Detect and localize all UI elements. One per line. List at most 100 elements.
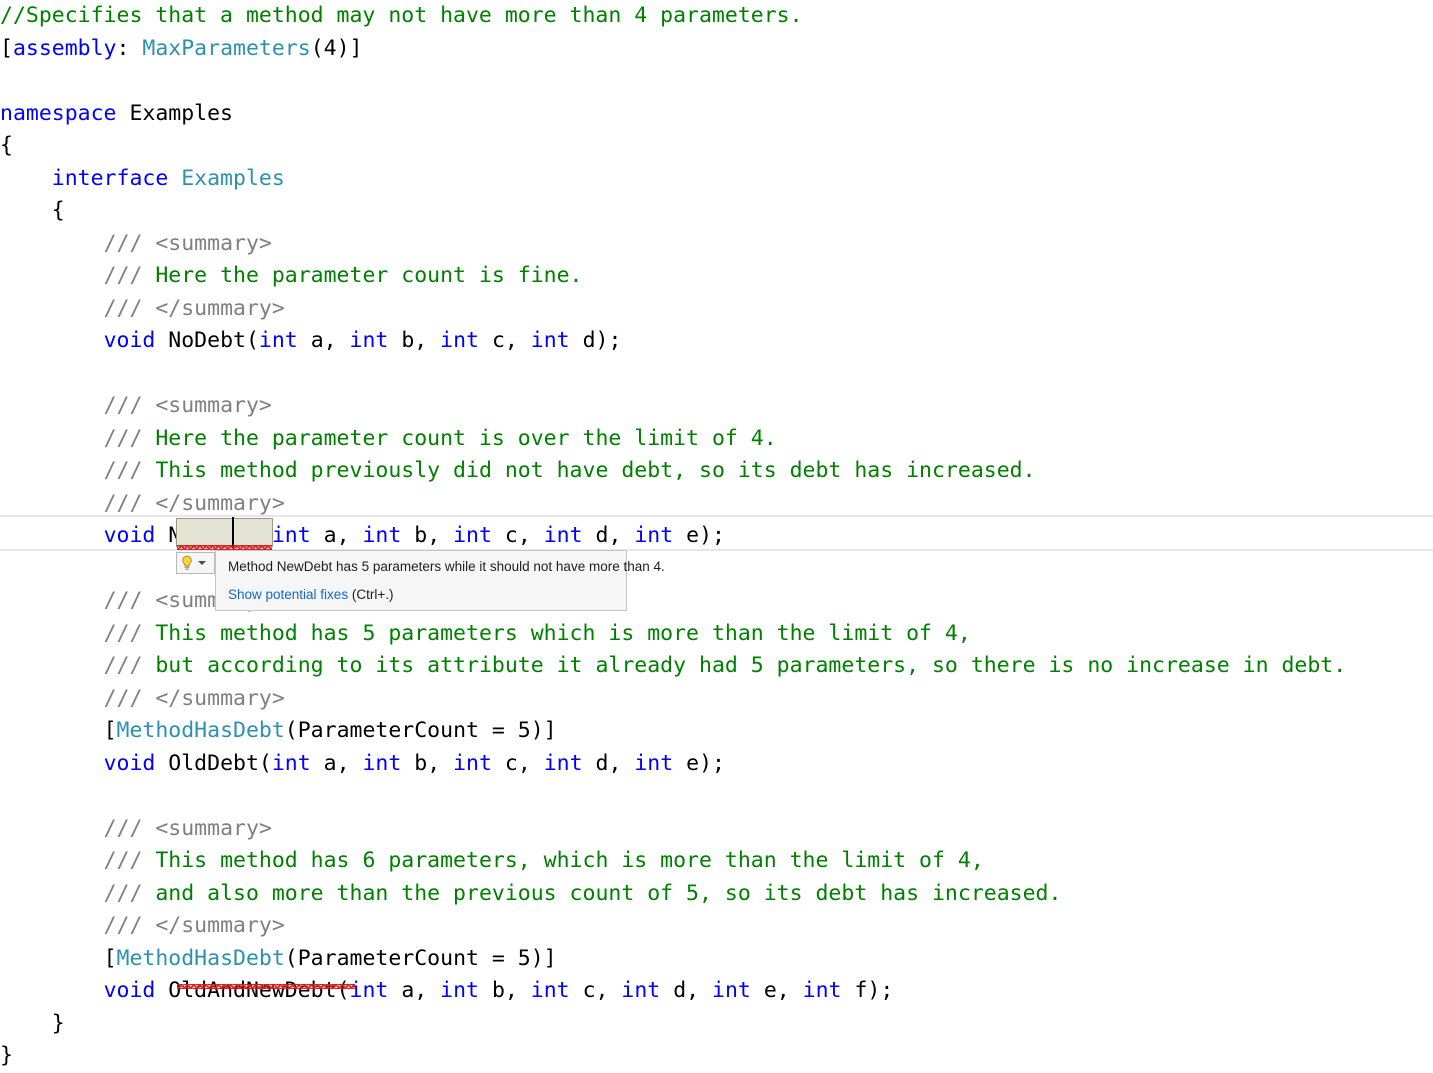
keyword-assembly: assembly bbox=[12, 35, 117, 61]
param-c: c, bbox=[569, 978, 622, 1003]
doc-comment-text: This method has 6 parameters, which is m… bbox=[155, 848, 984, 873]
doc-comment-slashes: /// bbox=[103, 880, 156, 906]
keyword-int: int bbox=[440, 328, 479, 353]
code-line-26[interactable]: /// <summary> bbox=[0, 813, 1433, 846]
code-line-32[interactable]: } bbox=[0, 1008, 1433, 1041]
param-c: c, bbox=[479, 328, 531, 353]
code-line-16[interactable]: /// </summary> bbox=[0, 488, 1433, 521]
keyword-int: int bbox=[530, 978, 570, 1003]
lightbulb-quick-actions-button[interactable] bbox=[176, 552, 215, 574]
param-b: b, bbox=[479, 978, 531, 1003]
code-line-9[interactable]: /// Here the parameter count is fine. bbox=[0, 260, 1433, 293]
param-d: d, bbox=[660, 978, 713, 1003]
code-line-24[interactable]: void OldDebt(int a, int b, int c, int d,… bbox=[0, 748, 1433, 781]
attribute-arguments: (ParameterCount = 5)] bbox=[284, 945, 557, 971]
doc-comment-slashes: /// bbox=[103, 490, 156, 516]
keyword-int: int bbox=[349, 328, 389, 353]
code-line-29[interactable]: /// </summary> bbox=[0, 910, 1433, 943]
code-line-21[interactable]: /// but according to its attribute it al… bbox=[0, 650, 1433, 683]
code-line-22[interactable]: /// </summary> bbox=[0, 683, 1433, 716]
code-line-14[interactable]: /// Here the parameter count is over the… bbox=[0, 423, 1433, 456]
param-d: d, bbox=[582, 523, 635, 548]
doc-tag-summary-open: <summary> bbox=[155, 230, 272, 256]
doc-comment-slashes: /// bbox=[103, 815, 156, 841]
keyword-int: int bbox=[362, 523, 402, 548]
chevron-down-icon[interactable] bbox=[198, 561, 206, 565]
doc-comment-slashes: /// bbox=[103, 653, 156, 678]
keyword-void: void bbox=[103, 978, 156, 1003]
doc-comment-slashes: /// bbox=[103, 848, 156, 873]
lightbulb-icon bbox=[179, 555, 195, 572]
param-a: a, bbox=[297, 328, 350, 353]
code-line-12[interactable] bbox=[0, 358, 1433, 391]
keyword-void: void bbox=[103, 523, 156, 548]
interface-open-brace: { bbox=[51, 198, 65, 223]
code-line-10[interactable]: /// </summary> bbox=[0, 293, 1433, 326]
code-line-2[interactable]: [assembly: MaxParameters(4)] bbox=[0, 33, 1433, 66]
code-line-33[interactable]: } bbox=[0, 1040, 1433, 1073]
code-line-25[interactable] bbox=[0, 780, 1433, 813]
code-line-11[interactable]: void NoDebt(int a, int b, int c, int d); bbox=[0, 325, 1433, 358]
keyword-int: int bbox=[621, 978, 661, 1003]
keyword-int: int bbox=[440, 978, 479, 1003]
method-name-oldandnewdebt[interactable]: OldAndNewDebt bbox=[168, 978, 336, 1003]
doc-comment-text: Here the parameter count is over the lim… bbox=[155, 425, 777, 451]
keyword-int: int bbox=[802, 978, 842, 1003]
quickfix-tooltip-popup[interactable]: Method NewDebt has 5 parameters while it… bbox=[215, 550, 665, 611]
param-b: b, bbox=[401, 523, 454, 548]
namespace-close-brace: } bbox=[0, 1043, 13, 1068]
attribute-arguments: (ParameterCount = 5)] bbox=[284, 718, 557, 743]
param-e: e); bbox=[673, 750, 725, 776]
keyword-int: int bbox=[258, 328, 298, 353]
param-f: f); bbox=[841, 978, 894, 1003]
doc-tag-summary-close: </summary> bbox=[155, 913, 285, 938]
code-line-3[interactable] bbox=[0, 65, 1433, 98]
code-line-4[interactable]: namespace Examples bbox=[0, 98, 1433, 131]
comment-token: //Specifies that a method may not have m… bbox=[0, 3, 803, 28]
keyword-int: int bbox=[349, 978, 389, 1003]
param-e: e); bbox=[673, 523, 725, 548]
quickfix-action-row[interactable]: Show potential fixes (Ctrl+.) bbox=[228, 587, 393, 602]
doc-tag-summary-open: <summary> bbox=[155, 815, 272, 841]
code-line-6[interactable]: interface Examples bbox=[0, 163, 1433, 196]
code-line-7[interactable]: { bbox=[0, 195, 1433, 228]
code-line-13[interactable]: /// <summary> bbox=[0, 390, 1433, 423]
code-line-5[interactable]: { bbox=[0, 130, 1433, 163]
param-c: c, bbox=[491, 750, 544, 776]
code-line-20[interactable]: /// This method has 5 parameters which i… bbox=[0, 618, 1433, 651]
keyword-int: int bbox=[634, 523, 674, 548]
code-line-30[interactable]: [MethodHasDebt(ParameterCount = 5)] bbox=[0, 943, 1433, 976]
code-line-8[interactable]: /// <summary> bbox=[0, 228, 1433, 261]
code-line-31[interactable]: void OldAndNewDebt(int a, int b, int c, … bbox=[0, 975, 1433, 1008]
code-line-23[interactable]: [MethodHasDebt(ParameterCount = 5)] bbox=[0, 715, 1433, 748]
attribute-arguments: (4)] bbox=[310, 35, 363, 61]
code-editor-surface[interactable]: //Specifies that a method may not have m… bbox=[0, 0, 1433, 1069]
attribute-maxparameters: MaxParameters bbox=[142, 35, 311, 61]
code-line-28[interactable]: /// and also more than the previous coun… bbox=[0, 878, 1433, 911]
keyword-interface: interface bbox=[51, 165, 169, 191]
method-name-nodebt: NoDebt( bbox=[155, 328, 259, 353]
keyword-void: void bbox=[103, 750, 156, 776]
bracket-open: [ bbox=[0, 35, 13, 61]
keyword-int: int bbox=[453, 750, 492, 776]
code-line-15[interactable]: /// This method previously did not have … bbox=[0, 455, 1433, 488]
code-line-27[interactable]: /// This method has 6 parameters, which … bbox=[0, 845, 1433, 878]
doc-tag-summary-close: </summary> bbox=[155, 295, 285, 321]
code-line-1[interactable]: //Specifies that a method may not have m… bbox=[0, 0, 1433, 33]
show-potential-fixes-link[interactable]: Show potential fixes bbox=[228, 587, 348, 602]
